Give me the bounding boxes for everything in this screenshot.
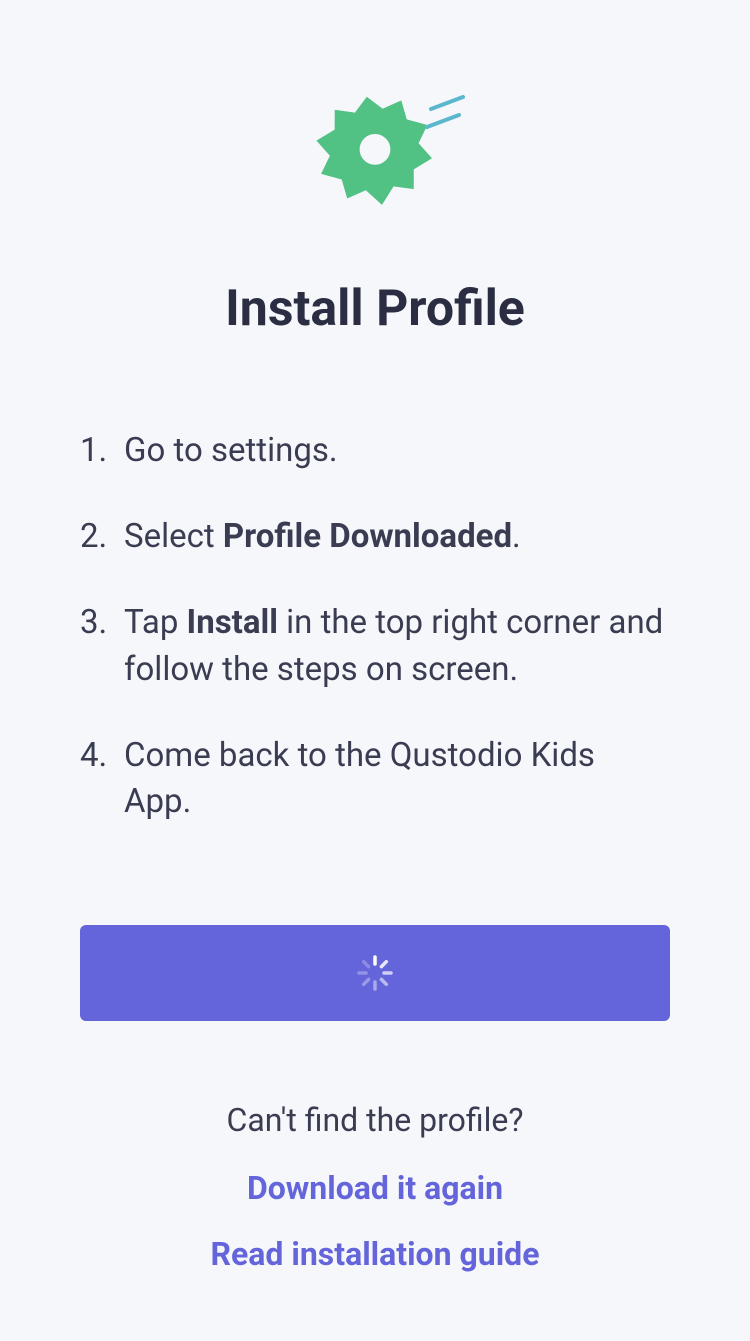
installation-guide-link[interactable]: Read installation guide (211, 1235, 540, 1273)
instruction-step: Tap Install in the top right corner and … (80, 600, 670, 692)
step-text-before: Tap (124, 603, 187, 642)
primary-action-button[interactable] (80, 925, 670, 1021)
motion-lines-icon (425, 95, 470, 135)
instruction-step: Go to settings. (80, 428, 670, 474)
instruction-step: Select Profile Downloaded. (80, 514, 670, 560)
instruction-step: Come back to the Qustodio Kids App. (80, 733, 670, 825)
gear-icon (305, 85, 445, 225)
page-title: Install Profile (225, 280, 525, 338)
step-text-before: Select (124, 517, 223, 556)
step-text-before: Go to settings. (124, 431, 338, 470)
instruction-list: Go to settings. Select Profile Downloade… (80, 428, 670, 865)
gear-illustration (285, 80, 465, 230)
step-text-bold: Install (187, 603, 278, 642)
download-again-link[interactable]: Download it again (247, 1169, 503, 1207)
loading-spinner-icon (355, 953, 395, 993)
step-text-bold: Profile Downloaded (223, 517, 512, 556)
step-text-after: . (512, 517, 521, 556)
step-text-before: Come back to the Qustodio Kids App. (124, 736, 595, 821)
help-question: Can't find the profile? (226, 1101, 523, 1139)
